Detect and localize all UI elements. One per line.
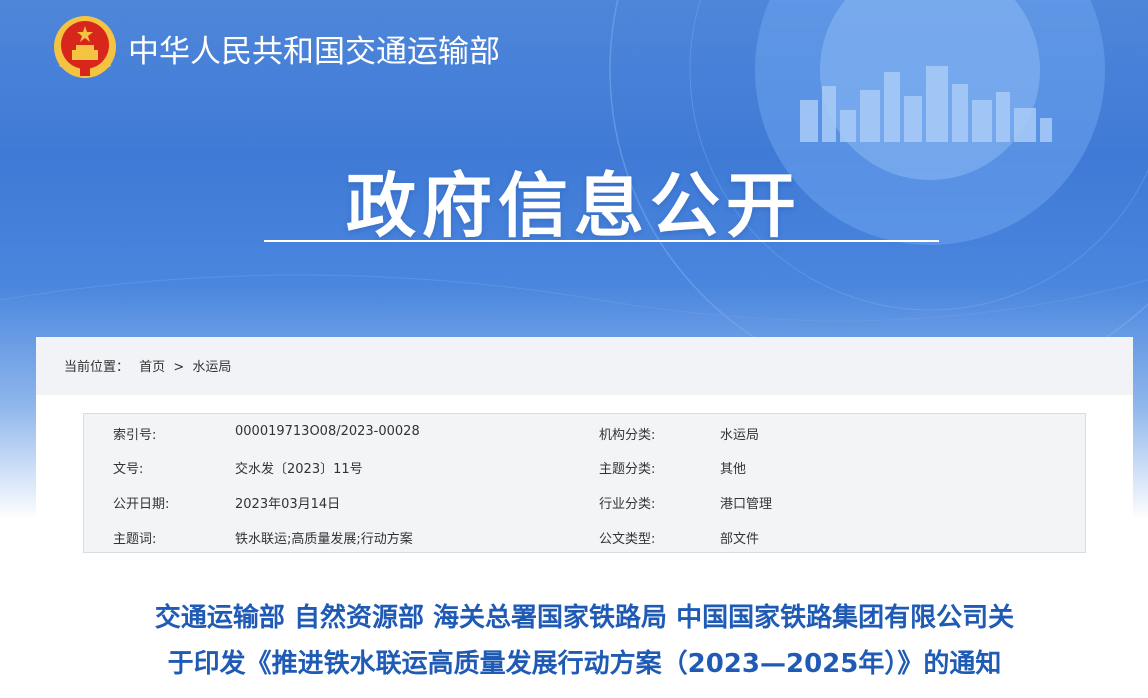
meta-value: 其他 (720, 462, 747, 477)
meta-value: 港口管理 (720, 497, 773, 512)
meta-row: 主题词: 铁水联运;高质量发展;行动方案 公文类型: 部文件 (84, 519, 1085, 553)
document-meta-table: 索引号: 000019713O08/2023-00028 机构分类: 水运局 文… (83, 413, 1086, 553)
meta-label: 主题分类: (599, 462, 656, 477)
document-title-line-1: 交通运输部 自然资源部 海关总署国家铁路局 中国国家铁路集团有限公司关 (154, 603, 1015, 633)
site-title[interactable]: 中华人民共和国交通运输部 (128, 26, 500, 71)
content-panel: 当前位置： 首页 > 水运局 索引号: 000019713O08/2023-00… (36, 337, 1133, 698)
meta-label: 公文类型: (599, 532, 656, 547)
meta-row: 公开日期: 2023年03月14日 行业分类: 港口管理 (84, 484, 1085, 518)
national-emblem-icon (54, 16, 116, 78)
breadcrumb-separator: > (173, 360, 185, 375)
document-title-line-2: 于印发《推进铁水联运高质量发展行动方案（2023—2025年）》的通知 (167, 649, 1002, 679)
meta-label: 公开日期: (113, 497, 170, 512)
meta-value: 部文件 (720, 532, 760, 547)
meta-label: 机构分类: (599, 428, 656, 443)
meta-value: 2023年03月14日 (235, 497, 341, 512)
meta-value: 交水发〔2023〕11号 (235, 462, 363, 477)
breadcrumb-home-link[interactable]: 首页 (139, 356, 165, 375)
meta-value: 水运局 (720, 428, 760, 443)
meta-row: 文号: 交水发〔2023〕11号 主题分类: 其他 (84, 449, 1085, 483)
hero-title: 政府信息公开 (346, 165, 802, 247)
meta-label: 行业分类: (599, 497, 656, 512)
document-title: 交通运输部 自然资源部 海关总署国家铁路局 中国国家铁路集团有限公司关 于印发《… (36, 595, 1133, 687)
meta-row: 索引号: 000019713O08/2023-00028 机构分类: 水运局 (84, 415, 1085, 449)
hero-underline (264, 240, 939, 242)
breadcrumb-bar: 当前位置： 首页 > 水运局 (36, 337, 1133, 395)
meta-value: 000019713O08/2023-00028 (235, 424, 420, 439)
breadcrumb-prefix: 当前位置： (64, 360, 130, 375)
breadcrumb: 当前位置： 首页 > 水运局 (64, 356, 231, 375)
meta-label: 主题词: (113, 532, 157, 547)
meta-label: 索引号: (113, 428, 157, 443)
meta-label: 文号: (113, 462, 144, 477)
breadcrumb-current-link[interactable]: 水运局 (192, 356, 231, 375)
meta-value: 铁水联运;高质量发展;行动方案 (235, 532, 413, 547)
